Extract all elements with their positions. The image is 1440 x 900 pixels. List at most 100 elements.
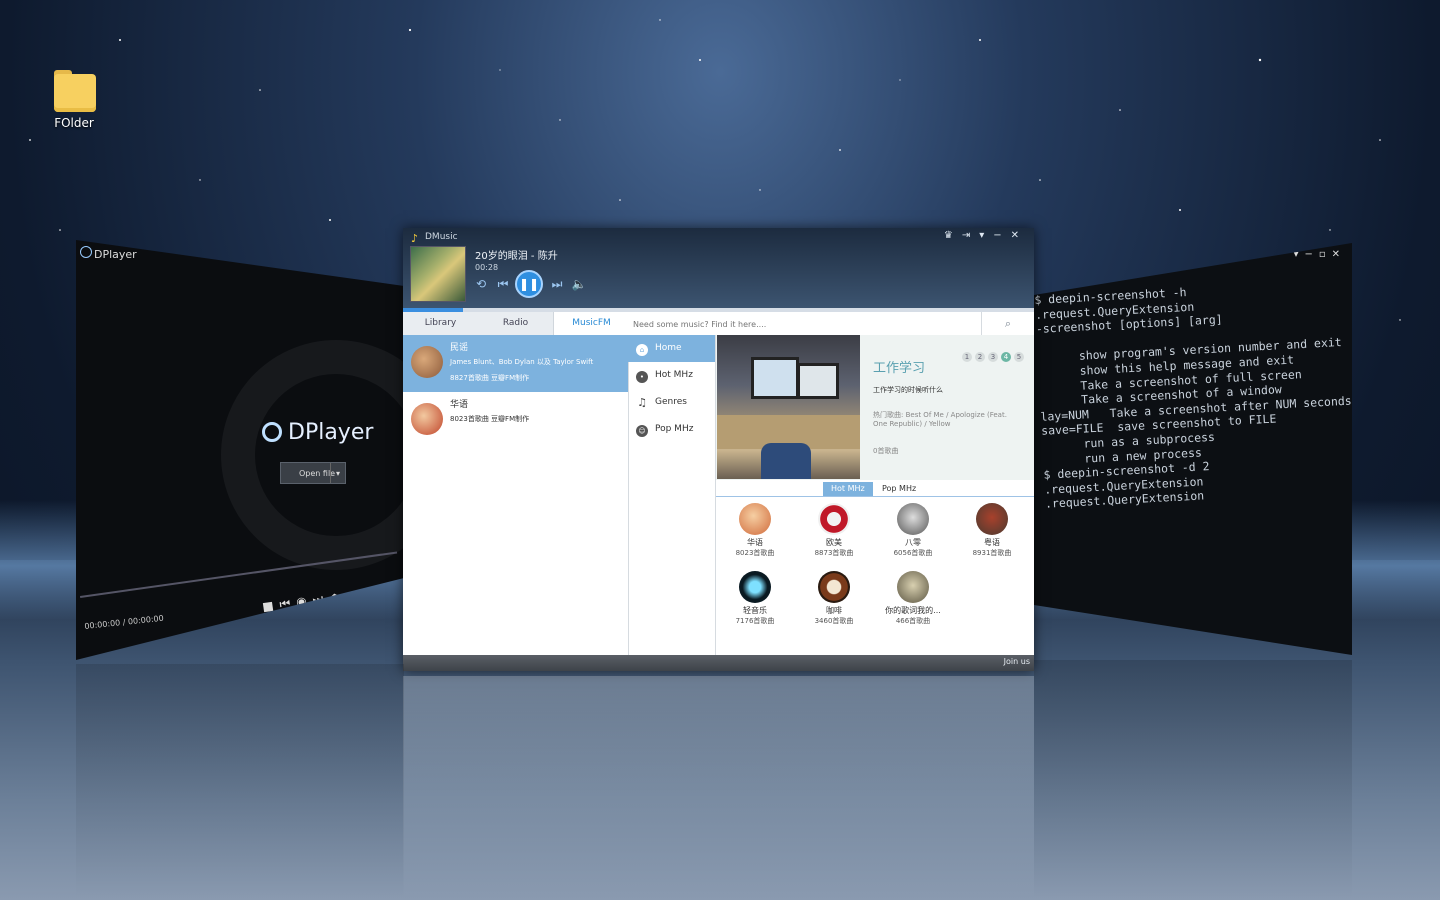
- nav-hot-mhz[interactable]: • Hot MHz: [628, 362, 715, 389]
- channel-meta: 7176首歌曲: [735, 617, 775, 625]
- channel-grid: 华语 8023首歌曲 欧美 8873首歌曲 八零 6056首歌曲 粤语 8931…: [716, 498, 1034, 655]
- mhz-tabs: Hot MHz Pop MHz: [716, 480, 1034, 497]
- join-us-link[interactable]: Join us: [1004, 657, 1030, 666]
- hot-icon: •: [636, 371, 648, 383]
- featured-photo: [717, 335, 860, 479]
- desktop-folder-label: FOlder: [54, 116, 94, 130]
- channel-art: [897, 571, 929, 603]
- tab-musicfm[interactable]: MusicFM: [553, 312, 629, 335]
- channel-name: 轻音乐: [743, 606, 767, 615]
- previous-icon[interactable]: ⏮: [495, 276, 511, 292]
- pause-button[interactable]: ❚❚: [515, 270, 543, 298]
- channel-meta: 8873首歌曲: [814, 549, 854, 557]
- nav-genres[interactable]: ♫ Genres: [628, 389, 715, 416]
- station-art: [411, 346, 443, 378]
- channel-meta: 6056首歌曲: [893, 549, 933, 557]
- search-input[interactable]: [631, 314, 980, 334]
- channel-item[interactable]: 粤语 8931首歌曲: [953, 498, 1031, 558]
- now-playing-title: 20岁的眼泪 - 陈升: [475, 251, 558, 262]
- loop-icon[interactable]: ⟲: [473, 276, 489, 292]
- channel-meta: 8931首歌曲: [972, 549, 1012, 557]
- dplayer-logo-icon: [262, 422, 282, 442]
- featured-title: 工作学习: [873, 361, 926, 376]
- open-file-button[interactable]: Open file ▾: [280, 462, 346, 484]
- channel-meta: 466首歌曲: [895, 617, 931, 625]
- dplayer-app-icon: [80, 246, 92, 258]
- terminal-window[interactable]: ▾−▫✕ $ deepin-screenshot -h .request.Quer…: [1034, 243, 1352, 655]
- channel-art: [739, 571, 771, 603]
- search-icon[interactable]: ⌕: [981, 312, 1034, 335]
- dplayer-logo-text: DPlayer: [288, 420, 374, 445]
- desktop-folder[interactable]: FOlder: [46, 68, 102, 130]
- home-icon: ⌂: [636, 344, 648, 356]
- featured-banner[interactable]: 12345 工作学习 工作学习的时候听什么 热门歌曲: Best Of Me /…: [716, 335, 1034, 480]
- pager-dot[interactable]: 5: [1014, 352, 1024, 362]
- next-icon[interactable]: ⏭: [549, 276, 565, 292]
- tab-radio[interactable]: Radio: [478, 312, 553, 335]
- station-meta: 8827首歌曲 豆瓣FM制作: [450, 374, 530, 382]
- fm-nav: ⌂ Home • Hot MHz ♫ Genres ☺ Pop MHz: [628, 335, 716, 655]
- featured-subtitle: 工作学习的时候听什么: [873, 386, 943, 394]
- station-list: 民谣 James Blunt、Bob Dylan 以及 Taylor Swift…: [403, 335, 629, 655]
- featured-hot-songs: 热门歌曲: Best Of Me / Apologize (Feat. One …: [873, 411, 1007, 428]
- terminal-reflection: [1034, 660, 1352, 900]
- pager-dot[interactable]: 2: [975, 352, 985, 362]
- tab-pop-mhz[interactable]: Pop MHz: [874, 482, 924, 496]
- dplayer-progress-bar[interactable]: [80, 551, 398, 598]
- chevron-down-icon[interactable]: ▾: [330, 463, 345, 483]
- nav-home-label: Home: [655, 343, 682, 353]
- channel-meta: 8023首歌曲: [735, 549, 775, 557]
- search-bar: ⌕: [628, 312, 1034, 336]
- nav-pop-label: Pop MHz: [655, 424, 694, 434]
- channel-name: 华语: [747, 538, 763, 547]
- station-name: 华语: [450, 400, 469, 410]
- channel-item[interactable]: 八零 6056首歌曲: [874, 498, 952, 558]
- dmusic-window-controls[interactable]: ♛⇥▾−✕: [944, 230, 1028, 241]
- channel-art: [818, 571, 850, 603]
- station-art: [411, 403, 443, 435]
- station-item[interactable]: 华语 8023首歌曲 豆瓣FM制作: [403, 392, 628, 449]
- channel-name: 粤语: [984, 538, 1000, 547]
- station-desc: James Blunt、Bob Dylan 以及 Taylor Swift: [450, 358, 594, 366]
- dplayer-time: 00:00:00 / 00:00:00: [84, 613, 165, 631]
- dplayer-logo: DPlayer: [262, 420, 373, 445]
- nav-genres-label: Genres: [655, 397, 687, 407]
- tab-hot-mhz[interactable]: Hot MHz: [823, 482, 873, 496]
- channel-item[interactable]: 华语 8023首歌曲: [716, 498, 794, 558]
- station-item[interactable]: 民谣 James Blunt、Bob Dylan 以及 Taylor Swift…: [403, 335, 628, 392]
- channel-item[interactable]: 你的歌词我的... 466首歌曲: [874, 566, 952, 626]
- nav-home[interactable]: ⌂ Home: [628, 335, 715, 362]
- channel-name: 八零: [905, 538, 921, 547]
- channel-item[interactable]: 欧美 8873首歌曲: [795, 498, 873, 558]
- pager-dot[interactable]: 3: [988, 352, 998, 362]
- music-note-icon: ♪: [411, 232, 419, 245]
- dmusic-footer: Join us: [403, 655, 1034, 671]
- nav-pop-mhz[interactable]: ☺ Pop MHz: [628, 416, 715, 443]
- channel-art: [897, 503, 929, 535]
- channel-name: 你的歌词我的...: [885, 606, 941, 615]
- featured-count: 0首歌曲: [873, 447, 899, 455]
- channel-name: 咖啡: [826, 606, 842, 615]
- volume-icon[interactable]: 🔈: [571, 276, 587, 292]
- music-note-icon: ♫: [637, 396, 647, 409]
- station-meta: 8023首歌曲 豆瓣FM制作: [450, 415, 530, 423]
- dmusic-window[interactable]: ♪ DMusic ♛⇥▾−✕ 20岁的眼泪 - 陈升 00:28 ⟲ ⏮ ❚❚ …: [403, 228, 1034, 671]
- dmusic-header: ♪ DMusic ♛⇥▾−✕ 20岁的眼泪 - 陈升 00:28 ⟲ ⏮ ❚❚ …: [403, 228, 1034, 308]
- channel-item[interactable]: 咖啡 3460首歌曲: [795, 566, 873, 626]
- dmusic-reflection: [403, 676, 1034, 900]
- tab-library[interactable]: Library: [403, 312, 478, 335]
- station-name: 民谣: [450, 343, 469, 353]
- pager-dot[interactable]: 1: [962, 352, 972, 362]
- dmusic-title: DMusic: [425, 232, 458, 242]
- channel-art: [976, 503, 1008, 535]
- channel-art: [818, 503, 850, 535]
- nav-hot-label: Hot MHz: [655, 370, 693, 380]
- dplayer-reflection: [76, 664, 404, 900]
- terminal-output: $ deepin-screenshot -h .request.QueryExte…: [1034, 277, 1352, 512]
- pager-dot-active[interactable]: 4: [1001, 352, 1011, 362]
- banner-pager: 12345: [959, 344, 1024, 363]
- album-cover[interactable]: [410, 246, 466, 302]
- dplayer-title: DPlayer: [94, 248, 137, 261]
- channel-art: [739, 503, 771, 535]
- channel-item[interactable]: 轻音乐 7176首歌曲: [716, 566, 794, 626]
